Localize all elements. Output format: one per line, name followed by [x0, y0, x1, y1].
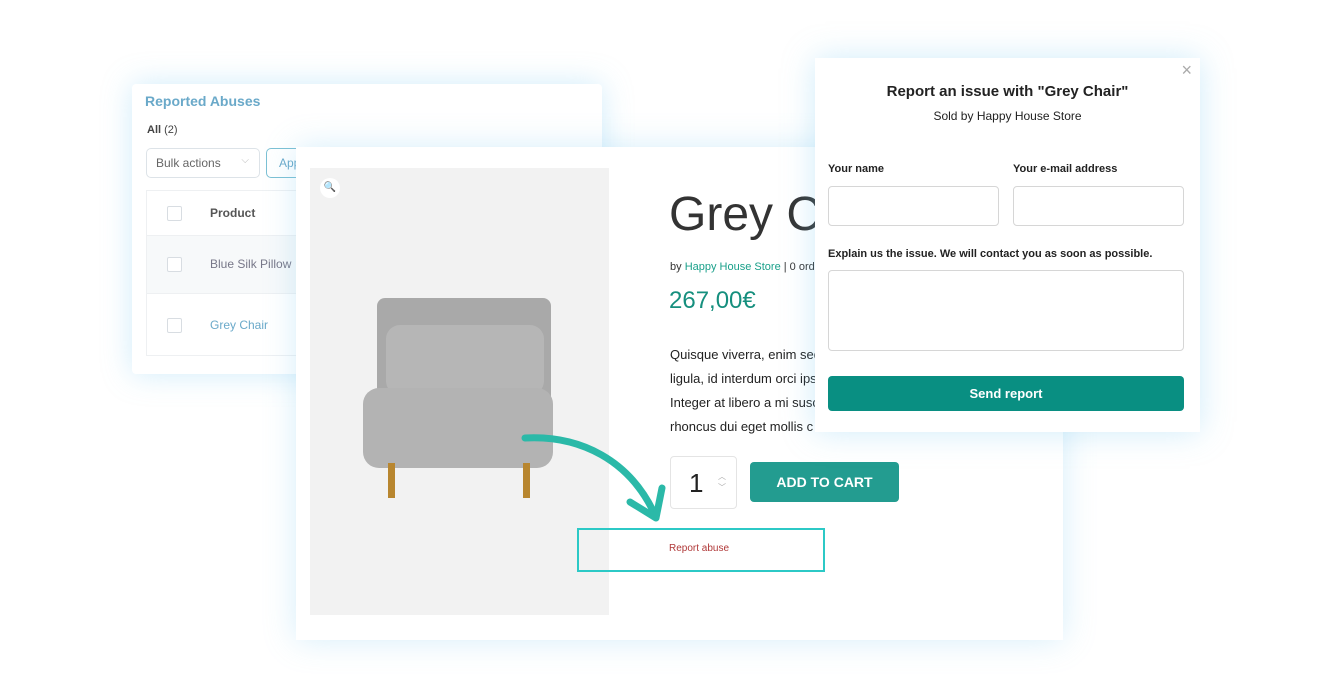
row-checkbox[interactable]	[167, 318, 182, 333]
row-checkbox[interactable]	[167, 257, 182, 272]
panel-title: Reported Abuses	[145, 93, 261, 109]
abuse-table: Product Blue Silk Pillow Grey Chair	[146, 190, 316, 356]
quantity-stepper[interactable]: 1 ︿ ﹀	[670, 456, 737, 509]
magnifier-icon[interactable]: 🔍	[320, 178, 340, 198]
bulk-actions-select[interactable]: Bulk actions ⌵	[146, 148, 260, 178]
report-abuse-highlight: Report abuse	[577, 528, 825, 572]
modal-subtitle: Sold by Happy House Store	[933, 109, 1082, 123]
email-label: Your e-mail address	[1013, 163, 1118, 175]
stepper-arrows-icon[interactable]: ︿ ﹀	[718, 471, 726, 493]
issue-label: Explain us the issue. We will contact yo…	[828, 248, 1153, 260]
product-link[interactable]: Blue Silk Pillow	[210, 257, 291, 271]
report-abuse-link[interactable]: Report abuse	[669, 543, 729, 554]
report-modal: × Report an issue with "Grey Chair" Sold…	[815, 58, 1200, 432]
add-to-cart-button[interactable]: ADD TO CART	[750, 462, 899, 502]
vendor-line: by Happy House Store | 0 orders	[670, 261, 831, 273]
store-link[interactable]: Happy House Store	[685, 261, 781, 273]
table-row: Grey Chair	[147, 294, 315, 356]
filter-all[interactable]: All (2)	[147, 124, 178, 136]
product-description: Quisque viverra, enim sed ligula, id inte…	[670, 347, 820, 434]
issue-textarea[interactable]	[828, 270, 1184, 351]
table-row: Blue Silk Pillow	[147, 236, 315, 294]
name-label: Your name	[828, 163, 885, 175]
table-header: Product	[147, 191, 315, 236]
email-input[interactable]	[1013, 186, 1184, 226]
chevron-down-icon: ⌵	[241, 155, 249, 166]
product-image: 🔍	[310, 168, 609, 615]
modal-title: Report an issue with "Grey Chair"	[886, 83, 1129, 100]
product-link[interactable]: Grey Chair	[210, 318, 268, 332]
close-icon[interactable]: ×	[1181, 60, 1192, 81]
product-price: 267,00€	[669, 287, 756, 314]
send-report-button[interactable]: Send report	[828, 376, 1184, 411]
arrow-icon	[521, 434, 666, 522]
name-input[interactable]	[828, 186, 999, 226]
column-product: Product	[210, 206, 256, 220]
select-all-checkbox[interactable]	[167, 206, 182, 221]
